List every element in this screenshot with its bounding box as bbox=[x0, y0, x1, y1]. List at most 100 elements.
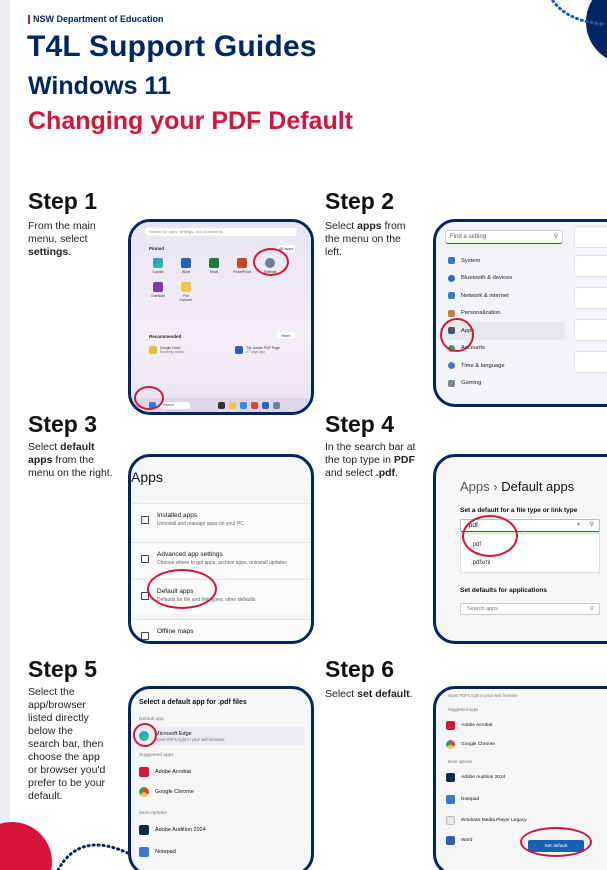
top-desc: Open PDFs right in your web browser bbox=[448, 693, 518, 698]
content-card bbox=[574, 319, 607, 341]
app-file-explorer[interactable]: File Explorer bbox=[177, 282, 195, 302]
notepad-icon bbox=[446, 794, 455, 804]
start-menu: Search for apps, settings, and documents… bbox=[131, 222, 311, 412]
app-option-edge[interactable]: Microsoft Edge Open PDFs right in your we… bbox=[139, 727, 304, 745]
step-4-text-bold: PDF bbox=[393, 454, 415, 466]
app-word[interactable]: Word bbox=[177, 258, 195, 274]
folder-icon bbox=[181, 282, 191, 292]
app-option-audition[interactable]: Adobe Audition 2024 bbox=[446, 769, 606, 785]
nav-network[interactable]: Network & internet bbox=[445, 287, 565, 305]
rec-item-1[interactable]: Google Drive Recently added bbox=[149, 346, 184, 354]
pinned-label: Pinned bbox=[149, 246, 165, 251]
step-1-text-post: . bbox=[68, 246, 72, 258]
chevron-right-icon: › bbox=[493, 479, 498, 494]
app-onenote[interactable]: OneNote bbox=[149, 282, 167, 302]
app-option-acrobat[interactable]: Adobe Acrobat bbox=[446, 717, 606, 733]
settings-taskbar-icon[interactable] bbox=[273, 401, 280, 409]
acrobat-icon bbox=[139, 767, 149, 777]
app-powerpoint-label: PowerPoint bbox=[233, 270, 251, 274]
nav-time-language[interactable]: Time & language bbox=[445, 357, 565, 375]
app-powerpoint[interactable]: PowerPoint bbox=[233, 258, 251, 274]
powerpoint-icon bbox=[237, 258, 247, 268]
search-icon: ⚲ bbox=[589, 606, 594, 612]
find-setting-placeholder: Find a setting bbox=[450, 234, 487, 240]
more-button[interactable]: More bbox=[277, 332, 295, 339]
clear-icon[interactable]: ✕ bbox=[576, 520, 581, 531]
app-file-explorer-label: File Explorer bbox=[179, 294, 193, 302]
highlight-ring bbox=[147, 569, 217, 609]
bluetooth-icon bbox=[448, 274, 455, 282]
org-name: NSW Department of Education bbox=[28, 14, 164, 24]
app-excel[interactable]: Excel bbox=[205, 258, 223, 274]
edge-icon[interactable] bbox=[240, 401, 247, 409]
word-icon bbox=[181, 258, 191, 268]
installed-apps-row[interactable]: Installed apps Uninstall and manage apps … bbox=[131, 503, 311, 538]
media-player-name: Windows Media Player Legacy bbox=[461, 817, 527, 823]
start-search-input[interactable]: Search for apps, settings, and documents bbox=[145, 228, 297, 236]
word-taskbar-icon[interactable] bbox=[262, 401, 269, 409]
nav-personalization-label: Personalization bbox=[461, 310, 501, 317]
media-player-icon bbox=[446, 815, 455, 825]
rec-item-2[interactable]: T4L Adobe PDF Page 27 days ago bbox=[235, 346, 280, 354]
chrome-icon bbox=[446, 739, 455, 749]
app-option-chrome[interactable]: Google Chrome bbox=[446, 736, 606, 752]
nav-gaming-label: Gaming bbox=[461, 380, 482, 387]
guide-page: NSW Department of Education T4L Support … bbox=[0, 0, 607, 870]
chrome-icon[interactable] bbox=[251, 401, 258, 409]
step-3-screenshot: Apps Installed apps Uninstall and manage … bbox=[128, 454, 314, 644]
suggestion-pdfxml[interactable]: .pdfxml bbox=[471, 560, 490, 566]
step-4-text-bold2: .pdf bbox=[375, 467, 396, 479]
content-card bbox=[574, 287, 607, 309]
nav-gaming[interactable]: Gaming bbox=[445, 375, 565, 393]
nav-bluetooth[interactable]: Bluetooth & devices bbox=[445, 270, 565, 288]
app-defaults-label: Set defaults for applications bbox=[460, 587, 548, 594]
dialog-title: Select a default app for .pdf files bbox=[139, 699, 247, 706]
step-4-text-mid: and select bbox=[325, 467, 376, 479]
crumb-apps[interactable]: Apps bbox=[460, 479, 490, 494]
onenote-icon bbox=[153, 282, 163, 292]
left-edge-bar bbox=[0, 0, 10, 870]
step-4-heading: Step 4 bbox=[325, 411, 395, 437]
step-6-text: Select set default. bbox=[325, 688, 415, 701]
nav-bluetooth-label: Bluetooth & devices bbox=[461, 275, 513, 282]
rec-item-2-sub: 27 days ago bbox=[246, 350, 266, 354]
search-apps-input[interactable]: Search apps ⚲ bbox=[460, 603, 600, 615]
audition-icon bbox=[139, 825, 149, 835]
step-6-text-post: . bbox=[409, 688, 413, 700]
app-option-chrome[interactable]: Google Chrome bbox=[139, 783, 304, 801]
rec-item-1-sub: Recently added bbox=[160, 350, 185, 354]
offline-maps-row[interactable]: Offline maps bbox=[131, 619, 311, 641]
app-copilot[interactable]: Copilot bbox=[149, 258, 167, 274]
step-3-heading: Step 3 bbox=[28, 411, 98, 437]
find-setting-input[interactable]: Find a setting ⚲ bbox=[445, 230, 563, 244]
document-icon bbox=[235, 346, 243, 354]
app-copilot-label: Copilot bbox=[152, 270, 164, 274]
offline-maps-title: Offline maps bbox=[157, 628, 194, 635]
step-2-text-pre: Select bbox=[325, 220, 358, 232]
step-5-screenshot: Select a default app for .pdf files Defa… bbox=[128, 686, 314, 870]
app-option-audition[interactable]: Adobe Audition 2024 bbox=[139, 821, 304, 839]
folder-icon[interactable] bbox=[229, 401, 236, 409]
word-name: Word bbox=[461, 837, 473, 843]
step-6-text-bold: set default bbox=[357, 688, 410, 700]
advanced-app-settings-row[interactable]: Advanced app settings Choose where to get… bbox=[131, 542, 311, 577]
nav-system[interactable]: System bbox=[445, 252, 565, 270]
step-1-text-pre: From the main menu, select bbox=[28, 220, 96, 245]
app-option-media-player[interactable]: Windows Media Player Legacy bbox=[446, 812, 606, 828]
app-option-notepad[interactable]: Notepad bbox=[139, 843, 304, 861]
step-2-text-bold: apps bbox=[357, 220, 382, 232]
crumb-default-apps: Default apps bbox=[501, 479, 575, 494]
step-5-heading: Step 5 bbox=[28, 656, 98, 682]
app-option-acrobat[interactable]: Adobe Acrobat bbox=[139, 763, 304, 781]
task-view-icon[interactable] bbox=[218, 401, 225, 409]
nav-system-label: System bbox=[461, 257, 481, 264]
globe-icon bbox=[448, 362, 455, 370]
step-3-text: Select default apps from the menu on the… bbox=[28, 441, 114, 480]
taskbar-search[interactable]: Search bbox=[160, 401, 190, 409]
app-option-notepad[interactable]: Notepad bbox=[446, 791, 606, 807]
page-subtitle: Windows 11 bbox=[28, 72, 171, 100]
apps-page-title: Apps bbox=[131, 469, 163, 485]
top-right-decoration bbox=[550, 0, 607, 59]
installed-apps-title: Installed apps bbox=[157, 512, 198, 519]
nav-time-language-label: Time & language bbox=[461, 362, 505, 369]
